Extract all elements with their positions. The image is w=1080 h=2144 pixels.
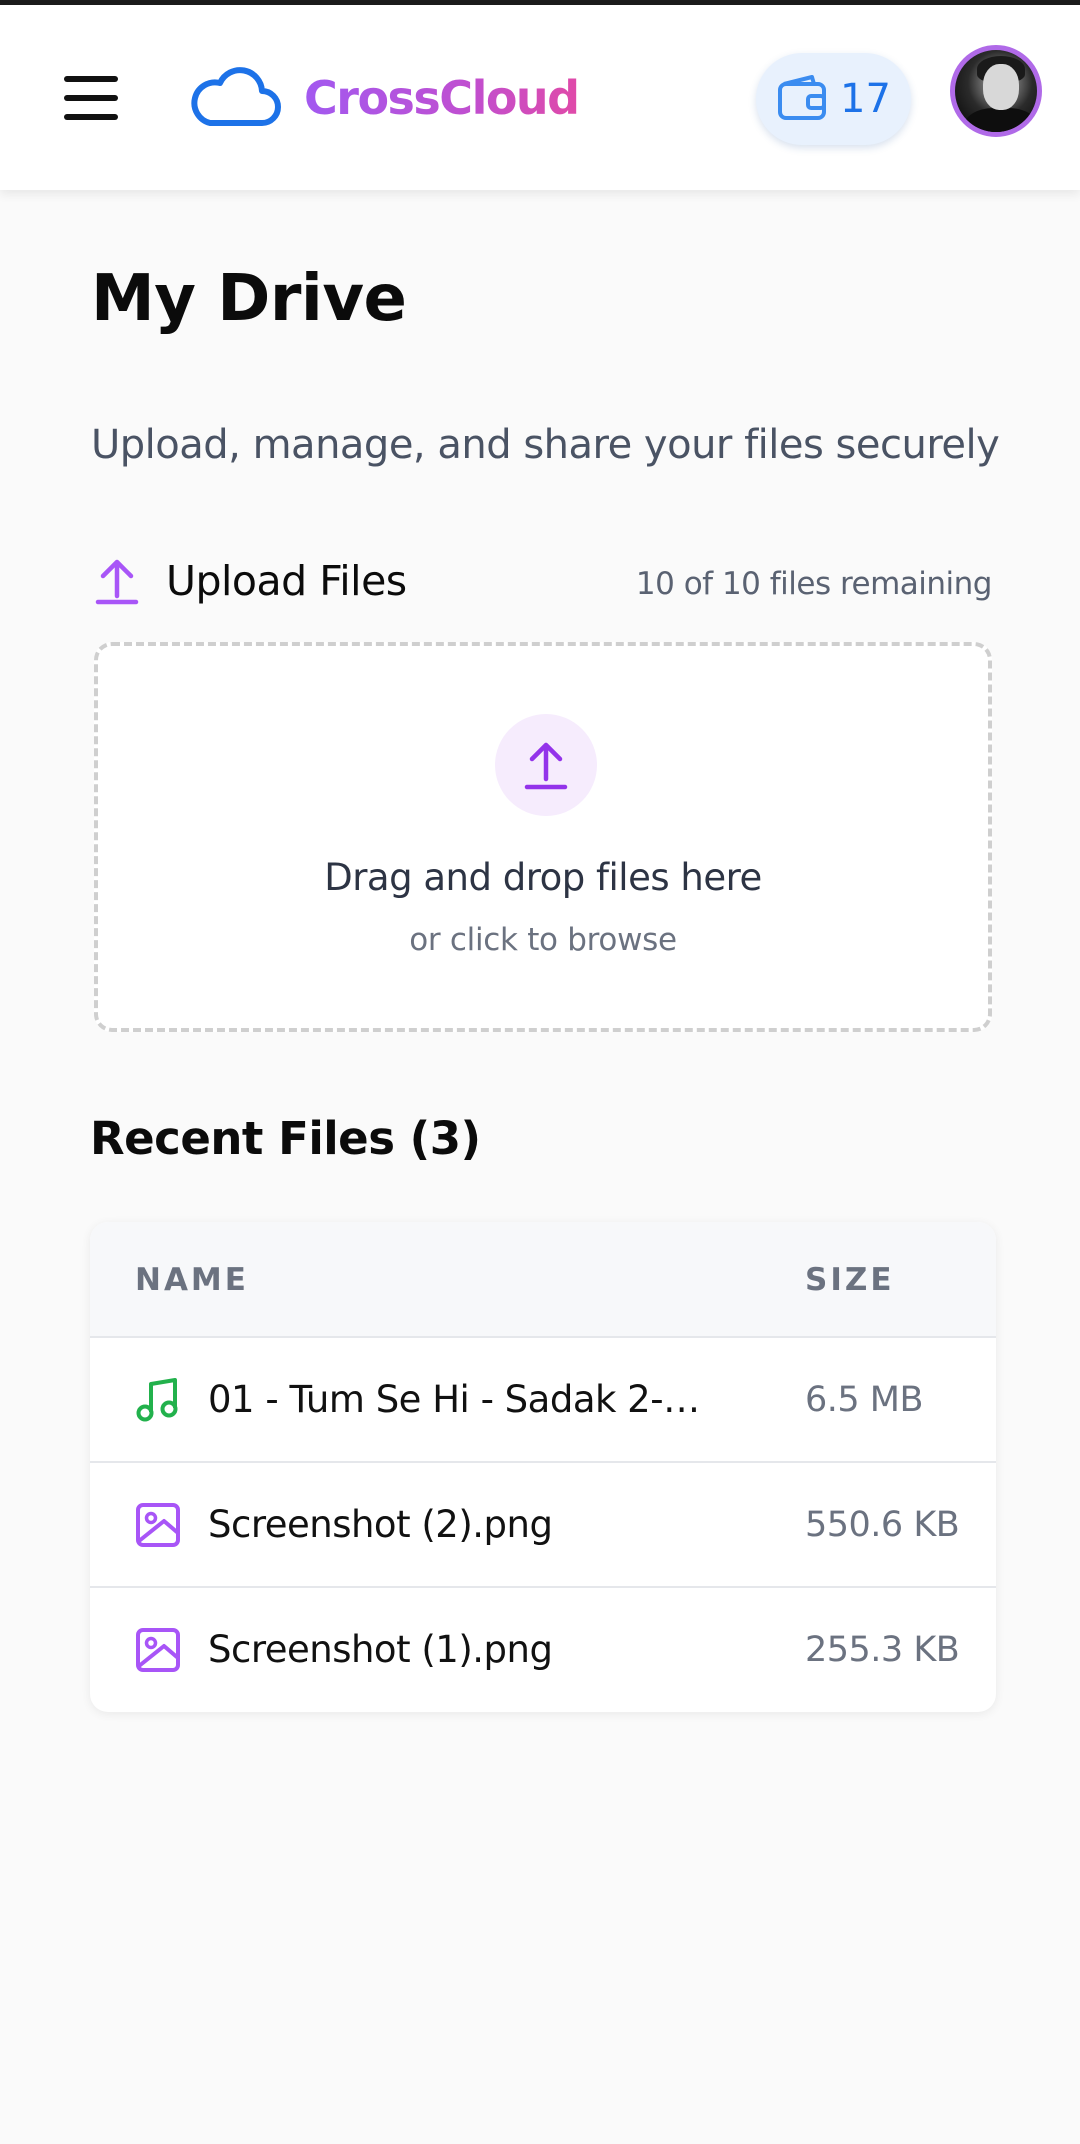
app-logo[interactable]: CrossCloud (188, 63, 580, 133)
music-note-icon (136, 1378, 178, 1422)
table-header: NAME SIZE (90, 1222, 996, 1336)
menu-button[interactable] (58, 70, 124, 126)
wallet-icon (778, 75, 827, 120)
file-size: 255.3 KB (805, 1630, 960, 1670)
avatar-body (963, 108, 1037, 132)
credits-count: 17 (840, 76, 891, 122)
avatar[interactable] (950, 45, 1042, 137)
cloud-icon (191, 67, 281, 126)
file-name: 01 - Tum Se Hi - Sadak 2-2... (208, 1378, 708, 1421)
file-size: 6.5 MB (805, 1380, 924, 1420)
page-subtitle: Upload, manage, and share your files sec… (91, 422, 1000, 468)
hamburger-line (64, 76, 118, 82)
upload-arrow-icon (524, 742, 568, 790)
hamburger-line (64, 114, 118, 120)
browse-link[interactable]: or click to browse (98, 922, 988, 958)
recent-files-table: NAME SIZE 01 - Tum Se Hi - Sadak 2-2... … (90, 1222, 996, 1712)
app-name: CrossCloud (304, 71, 580, 125)
file-name: Screenshot (2).png (208, 1503, 553, 1546)
column-header-name[interactable]: NAME (135, 1262, 249, 1298)
dropzone-text: Drag and drop files here (324, 856, 762, 899)
table-row[interactable]: 01 - Tum Se Hi - Sadak 2-2... 6.5 MB (90, 1336, 996, 1461)
image-icon (136, 1503, 180, 1547)
dropzone-upload-icon (495, 714, 597, 816)
avatar-face (983, 64, 1019, 110)
column-header-size[interactable]: SIZE (805, 1262, 895, 1298)
app-header: CrossCloud 17 (0, 5, 1080, 190)
page-title: My Drive (91, 262, 407, 336)
upload-title: Upload Files (166, 557, 407, 605)
file-name: Screenshot (1).png (208, 1628, 553, 1671)
upload-icon (95, 559, 139, 605)
upload-header: Upload Files (94, 556, 407, 606)
table-row[interactable]: Screenshot (1).png 255.3 KB (90, 1586, 996, 1711)
hamburger-line (64, 95, 118, 101)
image-icon (136, 1628, 180, 1672)
upload-dropzone[interactable]: Drag and drop files here or click to bro… (94, 642, 992, 1032)
table-row[interactable]: Screenshot (2).png 550.6 KB (90, 1461, 996, 1586)
recent-files-title: Recent Files (3) (90, 1112, 481, 1165)
credits-badge[interactable]: 17 (756, 53, 911, 145)
file-size: 550.6 KB (805, 1505, 960, 1545)
files-remaining: 10 of 10 files remaining (635, 566, 993, 602)
